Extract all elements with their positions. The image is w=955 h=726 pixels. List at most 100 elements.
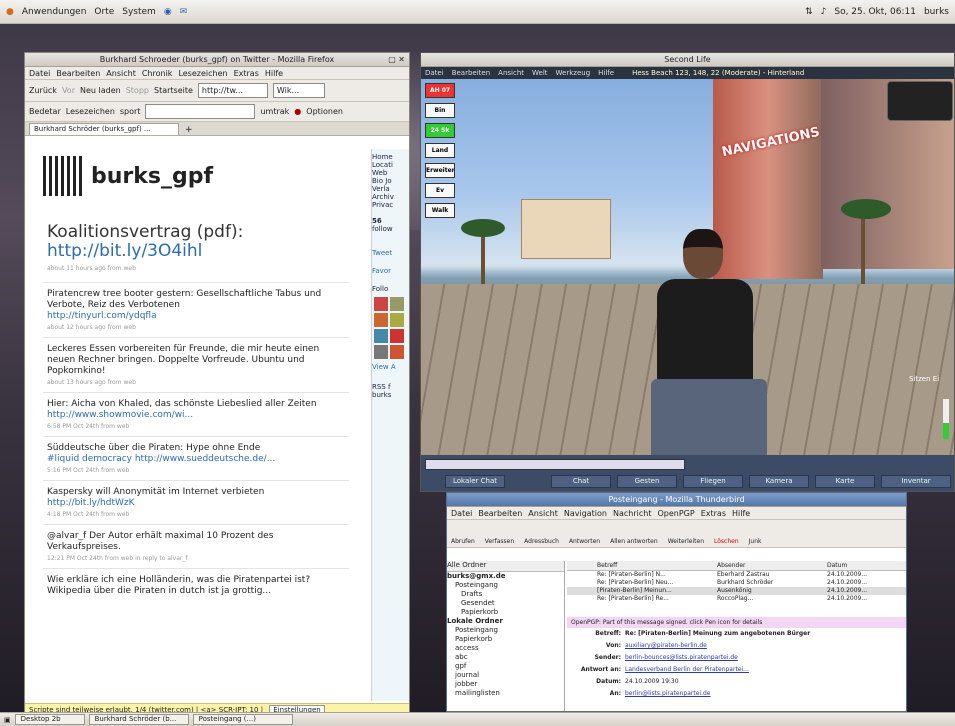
sl-button-ev[interactable]: Ev xyxy=(425,183,455,198)
table-row[interactable]: Re: [Piraten-Berlin] N... Eberhard Zastra… xyxy=(567,571,906,579)
forward-button[interactable]: Vor xyxy=(62,86,75,95)
column-subject[interactable]: Betreff xyxy=(567,561,717,570)
bookmark-item-4[interactable]: umtrak xyxy=(260,107,289,116)
avatar-head[interactable] xyxy=(683,229,723,279)
sidebar-link[interactable]: burks xyxy=(372,391,409,399)
sidebar-link[interactable]: RSS f xyxy=(372,383,409,391)
avatar[interactable] xyxy=(43,156,83,196)
3d-scene[interactable]: NAVIGATIONS AH 07 Bin 24 Sk Land Erweite… xyxy=(421,79,954,491)
message-from-value[interactable]: auxiliary@piraten-berlin.de xyxy=(625,640,707,652)
folder-item[interactable]: Posteingang xyxy=(447,626,564,635)
sl-tab-map[interactable]: Karte xyxy=(815,475,875,488)
tb-menu-openpgp[interactable]: OpenPGP xyxy=(657,507,694,519)
folder-item[interactable]: mailinglisten xyxy=(447,689,564,698)
message-reply-value[interactable]: Landesverband Berlin der Piratenpartei..… xyxy=(625,664,749,676)
bookmark-item-5[interactable]: Optionen xyxy=(306,107,343,116)
tweet-link[interactable]: http://tinyurl.com/ydqfla xyxy=(47,311,349,322)
table-row[interactable]: Re: [Piraten-Berlin] Re... RoccoPlag... 24… xyxy=(567,595,906,603)
folder-item[interactable]: Papierkorb xyxy=(447,635,564,644)
tb-menu-navigation[interactable]: Navigation xyxy=(564,507,607,519)
folder-item[interactable]: Gesendet xyxy=(447,599,564,608)
forward-button[interactable]: Weiterleiten xyxy=(668,538,704,545)
write-button[interactable]: Verfassen xyxy=(485,538,514,545)
sl-menu-file[interactable]: Datei xyxy=(425,67,444,79)
tb-menu-tools[interactable]: Extras xyxy=(701,507,726,519)
thunderbird-launcher-icon[interactable]: ✉ xyxy=(180,7,188,17)
sl-button-extend[interactable]: Erweiter xyxy=(425,163,455,178)
follower-avatars[interactable] xyxy=(374,297,409,359)
taskbar-item[interactable]: Posteingang (...) xyxy=(192,714,293,725)
reload-button[interactable]: Neu laden xyxy=(80,86,121,95)
sl-tab-gestures[interactable]: Gesten xyxy=(617,475,677,488)
bookmark-item-2[interactable]: Lesezeichen xyxy=(66,107,115,116)
folder-item[interactable]: journal xyxy=(447,671,564,680)
sl-button-walk[interactable]: Walk xyxy=(425,203,455,218)
delete-button[interactable]: Löschen xyxy=(714,538,739,545)
avatar-body[interactable] xyxy=(657,279,753,389)
sl-tab-camera[interactable]: Kamera xyxy=(749,475,809,488)
show-desktop-icon[interactable]: ▣ xyxy=(4,716,11,724)
new-tab-icon[interactable]: + xyxy=(185,125,193,135)
folder-item[interactable]: Lokale Ordner xyxy=(447,617,564,626)
tb-menu-message[interactable]: Nachricht xyxy=(613,507,651,519)
message-to-value[interactable]: berlin@lists.piratenpartei.de xyxy=(625,688,711,700)
url-bar[interactable]: http://tw... xyxy=(197,83,268,98)
menu-edit[interactable]: Bearbeiten xyxy=(56,67,100,79)
sl-button-sk[interactable]: 24 Sk xyxy=(425,123,455,138)
sl-menu-edit[interactable]: Bearbeiten xyxy=(452,67,490,79)
tb-menu-edit[interactable]: Bearbeiten xyxy=(478,507,522,519)
folder-item[interactable]: access xyxy=(447,644,564,653)
addressbook-button[interactable]: Adressbuch xyxy=(524,538,559,545)
taskbar-item[interactable]: Burkhard Schröder (b... xyxy=(88,714,189,725)
sl-button-bin[interactable]: Bin xyxy=(425,103,455,118)
sl-tab-inventory[interactable]: Inventar xyxy=(881,475,951,488)
thunderbird-titlebar[interactable]: Posteingang - Mozilla Thunderbird xyxy=(447,493,906,507)
sidebar-link[interactable]: follow xyxy=(372,225,409,233)
sl-tab-fly[interactable]: Fliegen xyxy=(683,475,743,488)
ubuntu-logo-icon[interactable]: ● xyxy=(6,7,14,17)
stop-button[interactable]: Stopp xyxy=(126,86,149,95)
folder-item[interactable]: jobber xyxy=(447,680,564,689)
sidebar-link[interactable]: Tweet xyxy=(372,249,409,257)
menu-system[interactable]: System xyxy=(122,7,156,17)
menu-file[interactable]: Datei xyxy=(29,67,50,79)
folder-item[interactable]: gpf xyxy=(447,662,564,671)
volume-icon[interactable]: ♪ xyxy=(821,7,827,17)
menu-help[interactable]: Hilfe xyxy=(265,67,283,79)
message-sender-value[interactable]: berlin-bounces@lists.piratenpartei.de xyxy=(625,652,738,664)
tb-menu-help[interactable]: Hilfe xyxy=(732,507,750,519)
tweet-link[interactable]: http://bit.ly/hdtWzK xyxy=(47,498,349,509)
home-button[interactable]: Startseite xyxy=(154,86,193,95)
folder-item[interactable]: Posteingang xyxy=(447,581,564,590)
folder-item[interactable]: abc xyxy=(447,653,564,662)
record-icon[interactable]: ● xyxy=(294,107,301,116)
sl-chat-button[interactable]: Lokaler Chat xyxy=(445,475,505,488)
tweet-headline-link[interactable]: http://bit.ly/3O4ihl xyxy=(47,242,349,261)
sidebar-link[interactable]: View A xyxy=(372,363,409,371)
sidebar-link[interactable]: Favor xyxy=(372,267,409,275)
pgp-notice[interactable]: OpenPGP: Part of this message signed. cl… xyxy=(567,617,906,628)
sidebar-link[interactable]: Home xyxy=(372,153,409,161)
tab-twitter[interactable]: Burkhard Schröder (burks_gpf) ... xyxy=(29,123,179,135)
window-close-icon[interactable]: ▢ ✕ xyxy=(388,53,405,66)
sl-menu-tools[interactable]: Werkzeug xyxy=(556,67,591,79)
tweet-link[interactable]: #liquid democracy http://www.sueddeutsch… xyxy=(47,454,349,465)
sl-button-land[interactable]: Land xyxy=(425,143,455,158)
network-icon[interactable]: ⇅ xyxy=(805,7,813,17)
column-from[interactable]: Absender xyxy=(717,561,827,570)
menu-bookmarks[interactable]: Lesezeichen xyxy=(178,67,227,79)
junk-button[interactable]: Junk xyxy=(749,538,762,545)
menu-history[interactable]: Chronik xyxy=(142,67,173,79)
sl-menu-help[interactable]: Hilfe xyxy=(598,67,614,79)
table-row[interactable]: [Piraten-Berlin] Meinun... Ausenkönig 24.1… xyxy=(567,587,906,595)
firefox-launcher-icon[interactable]: ◉ xyxy=(164,7,172,17)
menu-places[interactable]: Orte xyxy=(94,7,114,17)
sl-chat-input[interactable] xyxy=(425,459,685,470)
get-mail-button[interactable]: Abrufen xyxy=(451,538,475,545)
folder-item[interactable]: Papierkorb xyxy=(447,608,564,617)
sl-tab-chat[interactable]: Chat xyxy=(551,475,611,488)
menu-applications[interactable]: Anwendungen xyxy=(22,7,87,17)
tweet-link[interactable]: http://www.showmovie.com/wi... xyxy=(47,410,349,421)
menu-view[interactable]: Ansicht xyxy=(106,67,136,79)
menu-tools[interactable]: Extras xyxy=(234,67,259,79)
